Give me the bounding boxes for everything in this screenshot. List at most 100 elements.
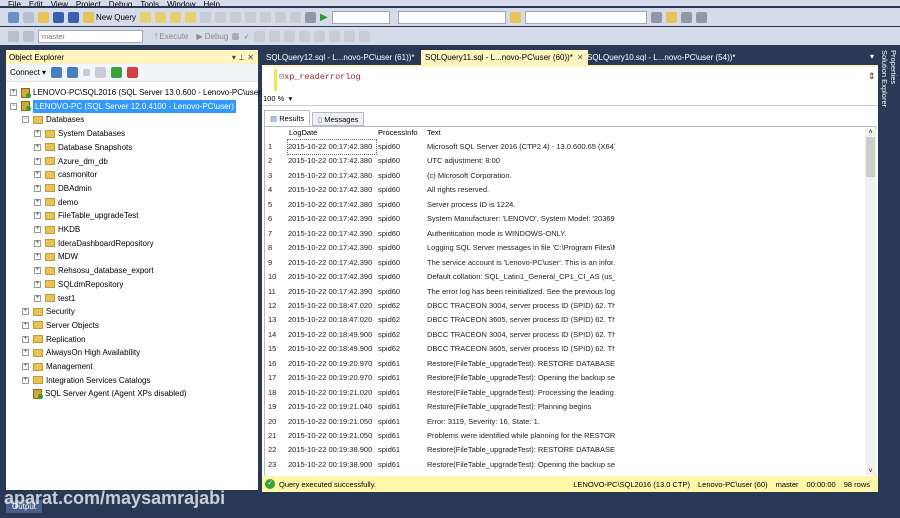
tab-query[interactable]: SQLQuery11.sql - L...novo-PC\user (60))*… <box>421 50 588 65</box>
xmla-query-icon[interactable] <box>185 11 197 23</box>
table-row[interactable]: 2 2015-10-22 00:17:42.380 spid60 UTC adjust… <box>264 154 864 168</box>
mdx-query-icon[interactable] <box>155 11 167 23</box>
db-query-icon[interactable] <box>140 11 152 23</box>
save-all-icon[interactable] <box>68 11 79 23</box>
table-row[interactable]: 4 2015-10-22 00:17:42.380 spid60 All rights… <box>264 183 864 197</box>
filter-icon[interactable] <box>95 67 107 78</box>
tree-databases[interactable]: − Databases <box>22 113 84 126</box>
menu-project[interactable]: Project <box>76 0 101 7</box>
table-row[interactable]: 20 2015-10-22 00:19:21.050 spid61 Error: 31… <box>264 415 864 429</box>
menu-view[interactable]: View <box>51 0 68 7</box>
table-row[interactable]: 5 2015-10-22 00:17:42.380 spid60 Server pro… <box>264 198 864 212</box>
cut-icon[interactable] <box>200 11 212 23</box>
menu-tools[interactable]: Tools <box>140 0 159 7</box>
scroll-thumb[interactable] <box>866 137 875 177</box>
grid-scrollbar[interactable]: ˄ ˅ <box>865 129 876 475</box>
table-row[interactable]: 16 2015-10-22 00:19:20.970 spid61 Restore(F… <box>264 357 864 371</box>
comment-icon[interactable] <box>344 30 356 42</box>
expand-icon[interactable]: + <box>34 130 41 138</box>
parse-icon[interactable]: ✓ <box>243 32 250 41</box>
table-row[interactable]: 21 2015-10-22 00:19:21.050 spid61 Problems … <box>264 429 864 443</box>
properties-icon[interactable] <box>650 11 662 23</box>
tree-server[interactable]: + LENOVO-PC\SQL2016 (SQL Server 13.0.600 … <box>10 86 263 99</box>
expand-icon[interactable]: + <box>22 376 29 384</box>
expand-icon[interactable]: + <box>34 253 41 261</box>
tab-overflow-icon[interactable]: ▾ <box>870 52 874 61</box>
activity-monitor-icon[interactable] <box>127 67 139 78</box>
tree-database-item[interactable]: + DBAdmin <box>34 182 92 195</box>
tree-database-item[interactable]: + System Databases <box>34 127 125 140</box>
properties-tab[interactable]: Properties <box>889 50 898 95</box>
column-header-processinfo[interactable]: ProcessInfo <box>378 128 418 137</box>
stop-icon[interactable] <box>232 32 240 40</box>
expand-icon[interactable]: + <box>34 184 41 192</box>
tree-database-item[interactable]: + MDW <box>34 250 78 263</box>
tree-server-node[interactable]: SQL Server Agent (Agent XPs disabled) <box>22 387 187 400</box>
tree-server-node[interactable]: + Management <box>22 360 93 373</box>
zoom-select[interactable]: 100 % ▾ <box>263 94 292 103</box>
add-item-icon[interactable] <box>23 11 34 23</box>
uncomment-icon[interactable] <box>359 30 371 42</box>
platform-combo[interactable] <box>397 10 506 24</box>
database-select[interactable]: master <box>38 29 143 43</box>
table-row[interactable]: 12 2015-10-22 00:18:47.020 spid62 DBCC TRAC… <box>264 299 864 313</box>
pin-icon[interactable]: ▾ ⊥ <box>232 53 245 62</box>
split-icon[interactable]: ⇕ <box>868 71 876 82</box>
redo-icon[interactable] <box>260 11 272 23</box>
tree-server[interactable]: − LENOVO-PC (SQL Server 12.0.4100 - Lenov… <box>10 99 236 113</box>
dmx-query-icon[interactable] <box>170 11 182 23</box>
menu-help[interactable]: Help <box>204 0 220 7</box>
estimated-plan-icon[interactable] <box>254 30 266 42</box>
expand-icon[interactable]: + <box>34 171 41 179</box>
tree-database-item[interactable]: + Database Snapshots <box>34 141 132 154</box>
query-text[interactable]: ⊟xp_readerrorlog <box>279 72 361 82</box>
expand-icon[interactable]: + <box>34 157 41 165</box>
find-icon[interactable] <box>509 11 521 23</box>
intellisense-icon[interactable] <box>284 30 296 42</box>
tree-database-item[interactable]: + demo <box>34 196 78 209</box>
new-query-button[interactable]: New Query <box>83 11 136 23</box>
expand-icon[interactable]: + <box>34 198 41 206</box>
connect-button[interactable]: Connect ▾ <box>10 68 46 77</box>
expand-icon[interactable]: + <box>34 212 41 220</box>
scroll-up-icon[interactable]: ˄ <box>865 129 876 136</box>
navigate-forward-icon[interactable] <box>290 11 302 23</box>
column-header-text[interactable]: Text <box>427 128 441 137</box>
query-designer-icon[interactable] <box>269 30 281 42</box>
refresh-icon[interactable] <box>111 67 123 78</box>
expand-icon[interactable]: + <box>34 267 41 275</box>
results-file-icon[interactable] <box>329 30 341 42</box>
tree-database-item[interactable]: + casmonitor <box>34 168 97 181</box>
solution-config-combo[interactable] <box>331 10 390 24</box>
new-project-icon[interactable] <box>8 11 19 23</box>
menu-debug[interactable]: Debug <box>109 0 133 7</box>
tree-database-item[interactable]: + Rehsosu_database_export <box>34 264 154 277</box>
table-row[interactable]: 14 2015-10-22 00:18:49.900 spid62 DBCC TRAC… <box>264 328 864 342</box>
tab-query[interactable]: SQLQuery12.sql - L...novo-PC\user (61))* <box>262 50 419 65</box>
collapse-icon[interactable]: − <box>22 116 29 124</box>
expand-icon[interactable]: + <box>22 349 29 357</box>
find-combo[interactable] <box>524 10 647 24</box>
table-row[interactable]: 6 2015-10-22 00:17:42.390 spid60 System Man… <box>264 212 864 226</box>
tree-database-item[interactable]: + SQLdmRepository <box>34 278 123 291</box>
table-row[interactable]: 8 2015-10-22 00:17:42.390 spid60 Logging SQ… <box>264 241 864 255</box>
tab-results[interactable]: ▤ Results <box>264 110 311 126</box>
save-icon[interactable] <box>53 11 64 23</box>
debug-button[interactable]: ▶ Debug <box>196 32 228 41</box>
table-row[interactable]: 10 2015-10-22 00:17:42.390 spid60 Default c… <box>264 270 864 284</box>
activity-monitor-icon[interactable] <box>305 11 317 23</box>
table-row[interactable]: 23 2015-10-22 00:19:38.900 spid61 Restore(F… <box>264 458 864 472</box>
table-row[interactable]: 15 2015-10-22 00:18:49.900 spid62 DBCC TRAC… <box>264 342 864 356</box>
table-row[interactable]: 13 2015-10-22 00:18:47.020 spid62 DBCC TRAC… <box>264 313 864 327</box>
expand-icon[interactable]: + <box>22 363 29 370</box>
table-row[interactable]: 3 2015-10-22 00:17:42.380 spid60 (c) Micros… <box>264 169 864 183</box>
tree-server-node[interactable]: + Security <box>22 305 75 318</box>
menu-window[interactable]: Window <box>167 0 195 7</box>
table-row[interactable]: 19 2015-10-22 00:19:21.040 spid61 Restore(F… <box>264 400 864 414</box>
table-row[interactable]: 11 2015-10-22 00:17:42.390 spid60 The error… <box>264 285 864 299</box>
menu-file[interactable]: File <box>8 0 21 7</box>
collapse-icon[interactable]: − <box>10 102 17 110</box>
table-row[interactable]: 18 2015-10-22 00:19:21.020 spid61 Restore(F… <box>264 386 864 400</box>
tree-server-node[interactable]: + AlwaysOn High Availability <box>22 346 140 359</box>
expand-icon[interactable]: + <box>10 89 17 96</box>
